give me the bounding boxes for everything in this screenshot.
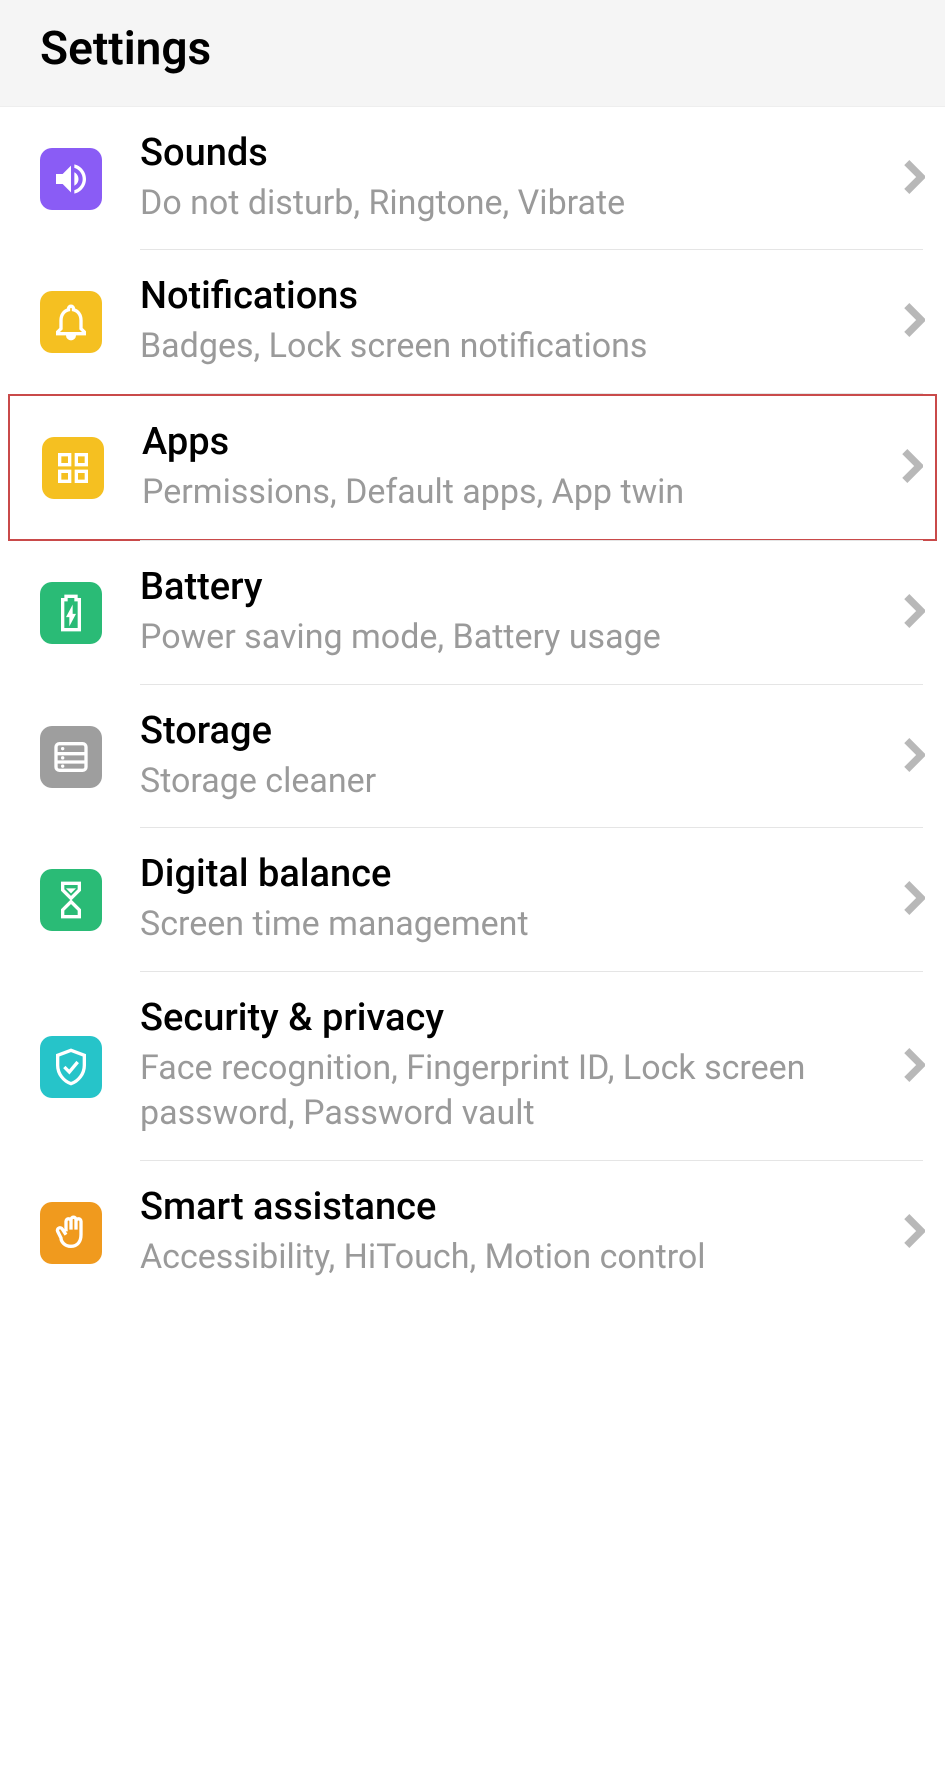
chevron-right-icon [901, 448, 923, 488]
settings-item-title: Battery [140, 565, 883, 611]
settings-item-title: Security & privacy [140, 996, 883, 1042]
settings-item-title: Storage [140, 709, 883, 755]
settings-item-subtitle: Face recognition, Fingerprint ID, Lock s… [140, 1046, 883, 1138]
settings-item-text: Battery Power saving mode, Battery usage [140, 565, 903, 660]
chevron-right-icon [903, 737, 925, 777]
apps-grid-icon [42, 437, 104, 499]
chevron-right-icon [903, 1213, 925, 1253]
settings-item-security-privacy[interactable]: Security & privacy Face recognition, Fin… [0, 972, 945, 1161]
settings-list: Sounds Do not disturb, Ringtone, Vibrate… [0, 107, 945, 1305]
chevron-right-icon [903, 593, 925, 633]
chevron-right-icon [903, 880, 925, 920]
settings-item-text: Security & privacy Face recognition, Fin… [140, 996, 903, 1137]
settings-item-notifications[interactable]: Notifications Badges, Lock screen notifi… [0, 250, 945, 393]
bell-icon [40, 291, 102, 353]
hourglass-icon [40, 869, 102, 931]
settings-item-battery[interactable]: Battery Power saving mode, Battery usage [0, 541, 945, 684]
settings-item-smart-assistance[interactable]: Smart assistance Accessibility, HiTouch,… [0, 1161, 945, 1304]
chevron-right-icon [903, 1047, 925, 1087]
chevron-right-icon [903, 159, 925, 199]
settings-item-text: Storage Storage cleaner [140, 709, 903, 804]
settings-item-subtitle: Storage cleaner [140, 759, 883, 805]
settings-item-title: Apps [142, 420, 881, 466]
settings-item-title: Digital balance [140, 852, 883, 898]
storage-icon [40, 726, 102, 788]
chevron-right-icon [903, 302, 925, 342]
settings-header: Settings [0, 0, 945, 107]
settings-item-digital-balance[interactable]: Digital balance Screen time management [0, 828, 945, 971]
settings-item-text: Sounds Do not disturb, Ringtone, Vibrate [140, 131, 903, 226]
settings-item-text: Notifications Badges, Lock screen notifi… [140, 274, 903, 369]
settings-item-subtitle: Power saving mode, Battery usage [140, 615, 883, 661]
settings-item-title: Sounds [140, 131, 883, 177]
settings-item-title: Smart assistance [140, 1185, 883, 1231]
settings-item-sounds[interactable]: Sounds Do not disturb, Ringtone, Vibrate [0, 107, 945, 250]
hand-icon [40, 1202, 102, 1264]
settings-item-subtitle: Permissions, Default apps, App twin [142, 470, 881, 516]
settings-item-text: Digital balance Screen time management [140, 852, 903, 947]
battery-icon [40, 582, 102, 644]
settings-item-storage[interactable]: Storage Storage cleaner [0, 685, 945, 828]
settings-item-subtitle: Do not disturb, Ringtone, Vibrate [140, 181, 883, 227]
settings-item-title: Notifications [140, 274, 883, 320]
shield-check-icon [40, 1036, 102, 1098]
settings-item-text: Smart assistance Accessibility, HiTouch,… [140, 1185, 903, 1280]
settings-item-subtitle: Badges, Lock screen notifications [140, 324, 883, 370]
page-title: Settings [40, 22, 905, 76]
speaker-icon [40, 148, 102, 210]
settings-item-subtitle: Screen time management [140, 902, 883, 948]
settings-item-subtitle: Accessibility, HiTouch, Motion control [140, 1235, 883, 1281]
settings-item-text: Apps Permissions, Default apps, App twin [142, 420, 901, 515]
settings-item-apps[interactable]: Apps Permissions, Default apps, App twin [8, 394, 937, 541]
